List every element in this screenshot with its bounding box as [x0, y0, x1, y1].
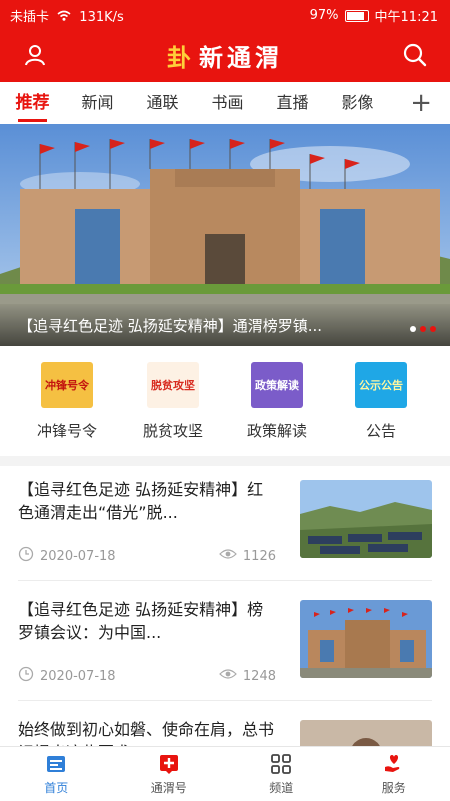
shortcut-poverty[interactable]: 脱贫攻坚 脱贫攻坚: [118, 362, 228, 441]
news-thumbnail: [300, 720, 432, 746]
nav-label: 服务: [338, 779, 450, 796]
news-date: 2020-07-18: [40, 549, 116, 564]
banner-title: 【追寻红色足迹 弘扬延安精神】通渭榜罗镇...: [18, 315, 398, 336]
shortcut-charge[interactable]: 冲锋号令 冲锋号令: [12, 362, 122, 441]
carousel-dot: [430, 326, 436, 332]
tile-text: 政策解读: [255, 377, 299, 393]
tab-news[interactable]: 新闻: [65, 82, 130, 124]
shortcut-label: 脱贫攻坚: [118, 420, 228, 441]
news-item[interactable]: 【追寻红色足迹 弘扬延安精神】红色通渭走出“借光”脱... 2020-07-18…: [0, 466, 450, 586]
shortcut-label: 冲锋号令: [12, 420, 122, 441]
app-logo: 卦新通渭: [0, 38, 450, 73]
logo-text: 新通渭: [199, 43, 283, 72]
news-title: 【追寻红色足迹 弘扬延安精神】榜罗镇会议：为中国...: [18, 598, 276, 644]
home-icon: [0, 753, 113, 775]
carrier-text: 未插卡: [10, 10, 49, 25]
tab-live[interactable]: 直播: [260, 82, 325, 124]
policy-tile-icon: 政策解读: [251, 362, 303, 408]
eye-icon: [219, 668, 237, 684]
news-item[interactable]: 【追寻红色足迹 弘扬延安精神】榜罗镇会议：为中国... 2020-07-18 1…: [0, 586, 450, 706]
wifi-icon: [57, 10, 75, 25]
news-thumbnail: [300, 600, 432, 678]
tile-text: 公示公告: [359, 377, 403, 393]
notice-tile-icon: 公示公告: [355, 362, 407, 408]
carousel-indicator: [410, 326, 436, 332]
tile-text: 脱贫攻坚: [151, 377, 195, 393]
tab-tonglian[interactable]: 通联: [130, 82, 195, 124]
news-title: 【追寻红色足迹 弘扬延安精神】红色通渭走出“借光”脱...: [18, 478, 276, 524]
tile-text: 冲锋号令: [45, 377, 89, 393]
tab-calligraphy[interactable]: 书画: [195, 82, 260, 124]
nav-label: 通渭号: [113, 779, 226, 796]
shortcut-policy[interactable]: 政策解读 政策解读: [222, 362, 332, 441]
logo-mark-icon: 卦: [167, 43, 195, 72]
clock-icon: [18, 666, 34, 686]
nav-services[interactable]: 服务: [338, 747, 450, 801]
add-channel-icon[interactable]: +: [410, 88, 432, 118]
battery-icon: [345, 10, 369, 22]
banner-carousel[interactable]: 【追寻红色足迹 弘扬延安精神】通渭榜罗镇...: [0, 124, 450, 346]
hand-heart-icon: [338, 753, 450, 775]
poverty-tile-icon: 脱贫攻坚: [147, 362, 199, 408]
nav-tongwei-hao[interactable]: 通渭号: [113, 747, 226, 801]
news-title: 始终做到初心如磐、使命在肩，总书记提出这些要求！: [18, 718, 276, 746]
news-thumbnail: [300, 480, 432, 558]
news-item[interactable]: 始终做到初心如磐、使命在肩，总书记提出这些要求！: [0, 706, 450, 746]
charge-tile-icon: 冲锋号令: [41, 362, 93, 408]
carousel-dot-active: [420, 326, 426, 332]
nav-home[interactable]: 首页: [0, 747, 113, 801]
battery-percent: 97%: [310, 8, 339, 23]
news-views: 1126: [243, 549, 276, 564]
bottom-nav: 首页 通渭号 频道 服务: [0, 746, 450, 801]
shortcut-notice[interactable]: 公示公告 公告: [326, 362, 436, 441]
status-bar: 未插卡 131K/s 97% 中午11:21: [0, 0, 450, 28]
news-date: 2020-07-18: [40, 669, 116, 684]
list-divider: [18, 700, 432, 701]
nav-label: 频道: [225, 779, 338, 796]
network-speed: 131K/s: [79, 10, 124, 25]
status-left: 未插卡 131K/s: [10, 6, 124, 25]
app-header: 卦新通渭: [0, 28, 450, 82]
news-views: 1248: [243, 669, 276, 684]
carousel-dot: [410, 326, 416, 332]
nav-label: 首页: [0, 779, 113, 796]
nav-channels[interactable]: 频道: [225, 747, 338, 801]
tab-recommend[interactable]: 推荐: [0, 82, 65, 124]
banner-caption: 【追寻红色足迹 弘扬延安精神】通渭榜罗镇...: [0, 304, 450, 346]
plus-badge-icon: [113, 753, 226, 775]
tab-video[interactable]: 影像: [325, 82, 390, 124]
shortcut-label: 政策解读: [222, 420, 332, 441]
channel-tabs: 推荐 新闻 通联 书画 直播 影像 +: [0, 82, 450, 125]
news-meta: 2020-07-18 1248: [18, 666, 276, 686]
list-divider: [18, 580, 432, 581]
clock-icon: [18, 546, 34, 566]
shortcut-label: 公告: [326, 420, 436, 441]
section-gap: [0, 456, 450, 466]
grid-icon: [225, 753, 338, 775]
news-meta: 2020-07-18 1126: [18, 546, 276, 566]
search-icon[interactable]: [400, 40, 430, 70]
shortcut-grid: 冲锋号令 冲锋号令 脱贫攻坚 脱贫攻坚 政策解读 政策解读 公示公告 公告: [0, 346, 450, 456]
eye-icon: [219, 548, 237, 564]
clock: 中午11:21: [375, 6, 438, 25]
